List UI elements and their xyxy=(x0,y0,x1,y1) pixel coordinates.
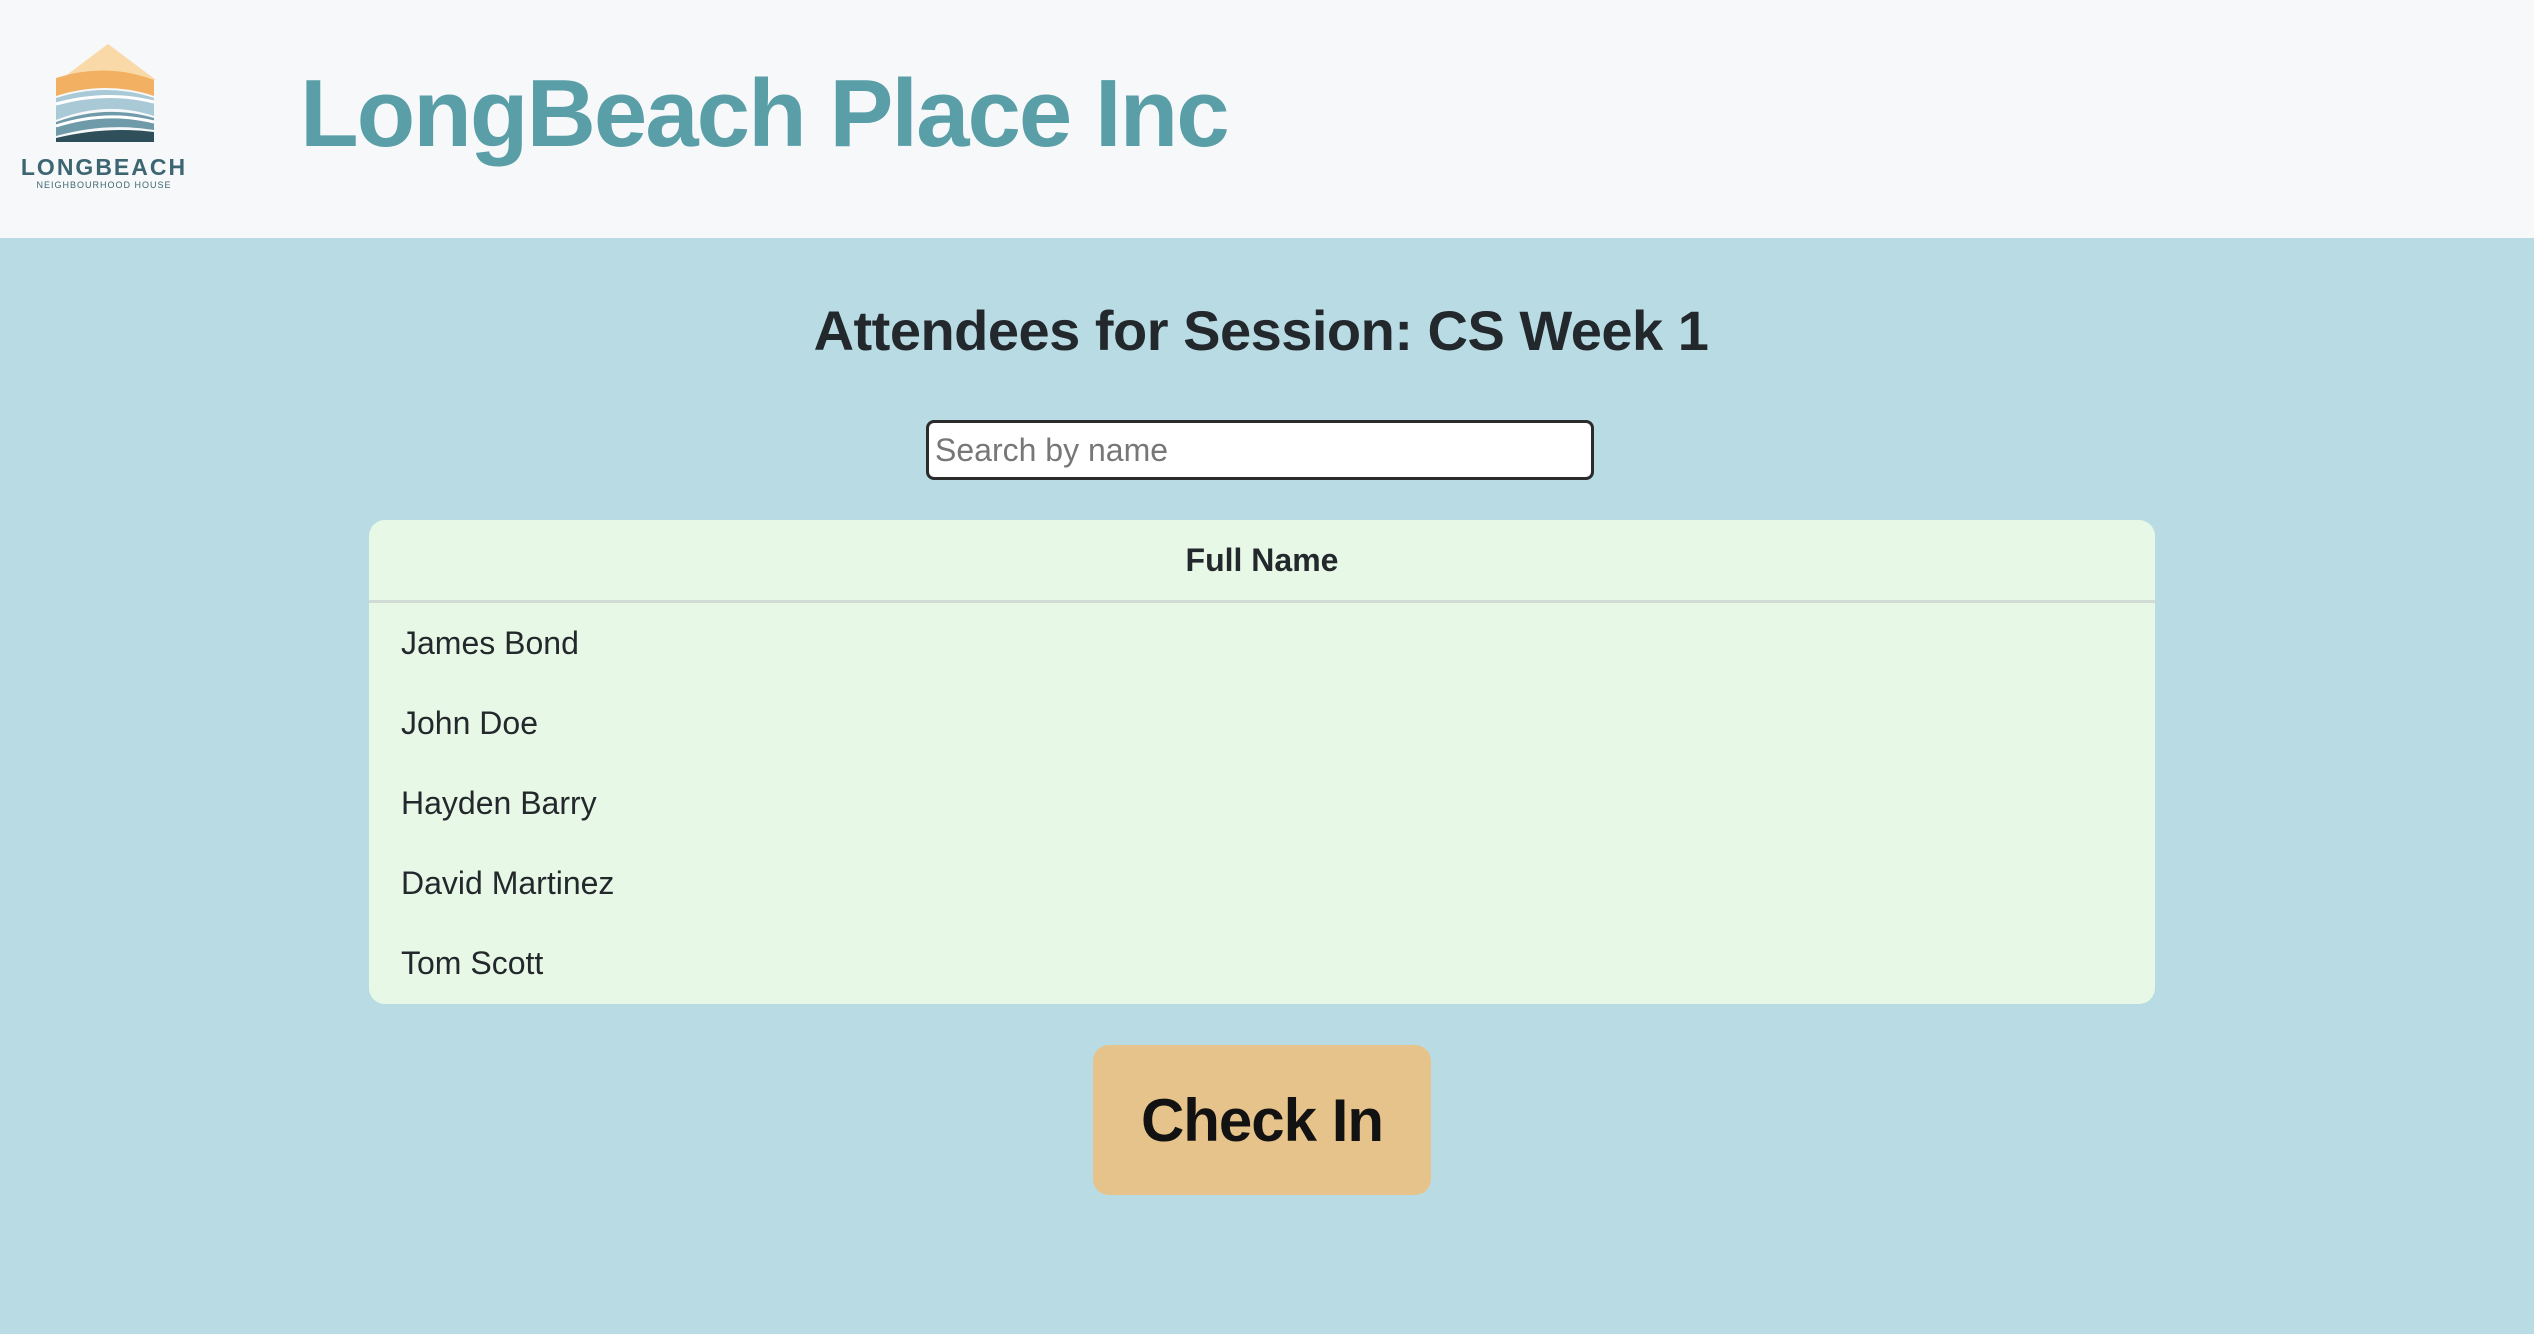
session-heading: Attendees for Session: CS Week 1 xyxy=(813,299,1709,362)
table-row[interactable]: James Bond xyxy=(369,603,2155,683)
longbeach-logo[interactable]: LONGBEACH NEIGHBOURHOOD HOUSE xyxy=(16,40,192,192)
table-row[interactable]: Tom Scott xyxy=(369,923,2155,1003)
logo-wordmark: LONGBEACH xyxy=(20,154,188,180)
attendees-table: Full Name James Bond John Doe Hayden Bar… xyxy=(369,520,2155,1004)
column-header-full-name[interactable]: Full Name xyxy=(369,520,2155,603)
top-header: LONGBEACH NEIGHBOURHOOD HOUSE LongBeach … xyxy=(0,0,2534,238)
check-in-button[interactable]: Check In xyxy=(1093,1045,1431,1195)
logo-tagline: NEIGHBOURHOOD HOUSE xyxy=(36,180,172,190)
table-row[interactable]: John Doe xyxy=(369,683,2155,763)
table-row[interactable]: Hayden Barry xyxy=(369,763,2155,843)
house-waves-icon xyxy=(55,44,156,142)
site-title: LongBeach Place Inc xyxy=(300,60,1230,167)
table-row[interactable]: David Martinez xyxy=(369,843,2155,923)
search-input[interactable] xyxy=(926,420,1594,480)
